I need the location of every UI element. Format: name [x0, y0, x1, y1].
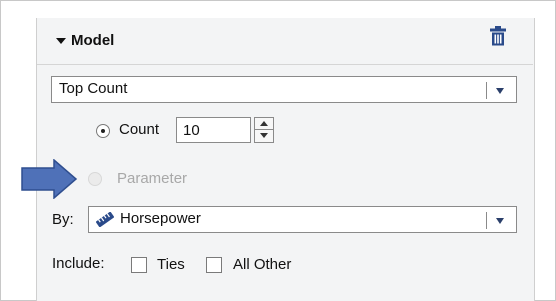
model-type-value: Top Count — [59, 80, 128, 97]
model-panel-header[interactable]: Model — [37, 18, 533, 64]
dropdown-divider — [486, 212, 487, 229]
parameter-label: Parameter — [117, 170, 188, 187]
stepper-down-icon[interactable] — [255, 130, 273, 142]
all-other-label[interactable]: All Other — [233, 256, 291, 273]
model-title-label: Model — [71, 32, 115, 49]
count-input[interactable]: 10 — [176, 117, 251, 143]
model-type-dropdown[interactable]: Top Count — [51, 76, 517, 103]
header-divider — [37, 64, 533, 65]
ruler-measure-icon — [96, 212, 114, 227]
trash-icon[interactable] — [489, 26, 507, 46]
count-value: 10 — [183, 122, 200, 139]
count-radio[interactable] — [96, 124, 110, 138]
dropdown-divider — [486, 82, 487, 99]
parameter-radio[interactable] — [88, 172, 102, 186]
by-dropdown[interactable]: Horsepower — [88, 206, 517, 233]
stepper-up-icon[interactable] — [255, 118, 273, 130]
pointer-arrow-icon — [21, 159, 78, 199]
by-value: Horsepower — [120, 210, 201, 227]
ties-label[interactable]: Ties — [157, 256, 185, 273]
ties-checkbox[interactable] — [131, 257, 147, 273]
model-title[interactable]: Model — [56, 32, 114, 49]
dropdown-arrow-icon[interactable] — [496, 88, 504, 94]
collapse-triangle-icon[interactable] — [56, 38, 66, 44]
include-label: Include: — [52, 255, 105, 272]
by-label: By: — [52, 211, 74, 228]
count-stepper[interactable] — [254, 117, 274, 143]
dropdown-arrow-icon[interactable] — [496, 218, 504, 224]
all-other-checkbox[interactable] — [206, 257, 222, 273]
count-label[interactable]: Count — [119, 121, 159, 138]
